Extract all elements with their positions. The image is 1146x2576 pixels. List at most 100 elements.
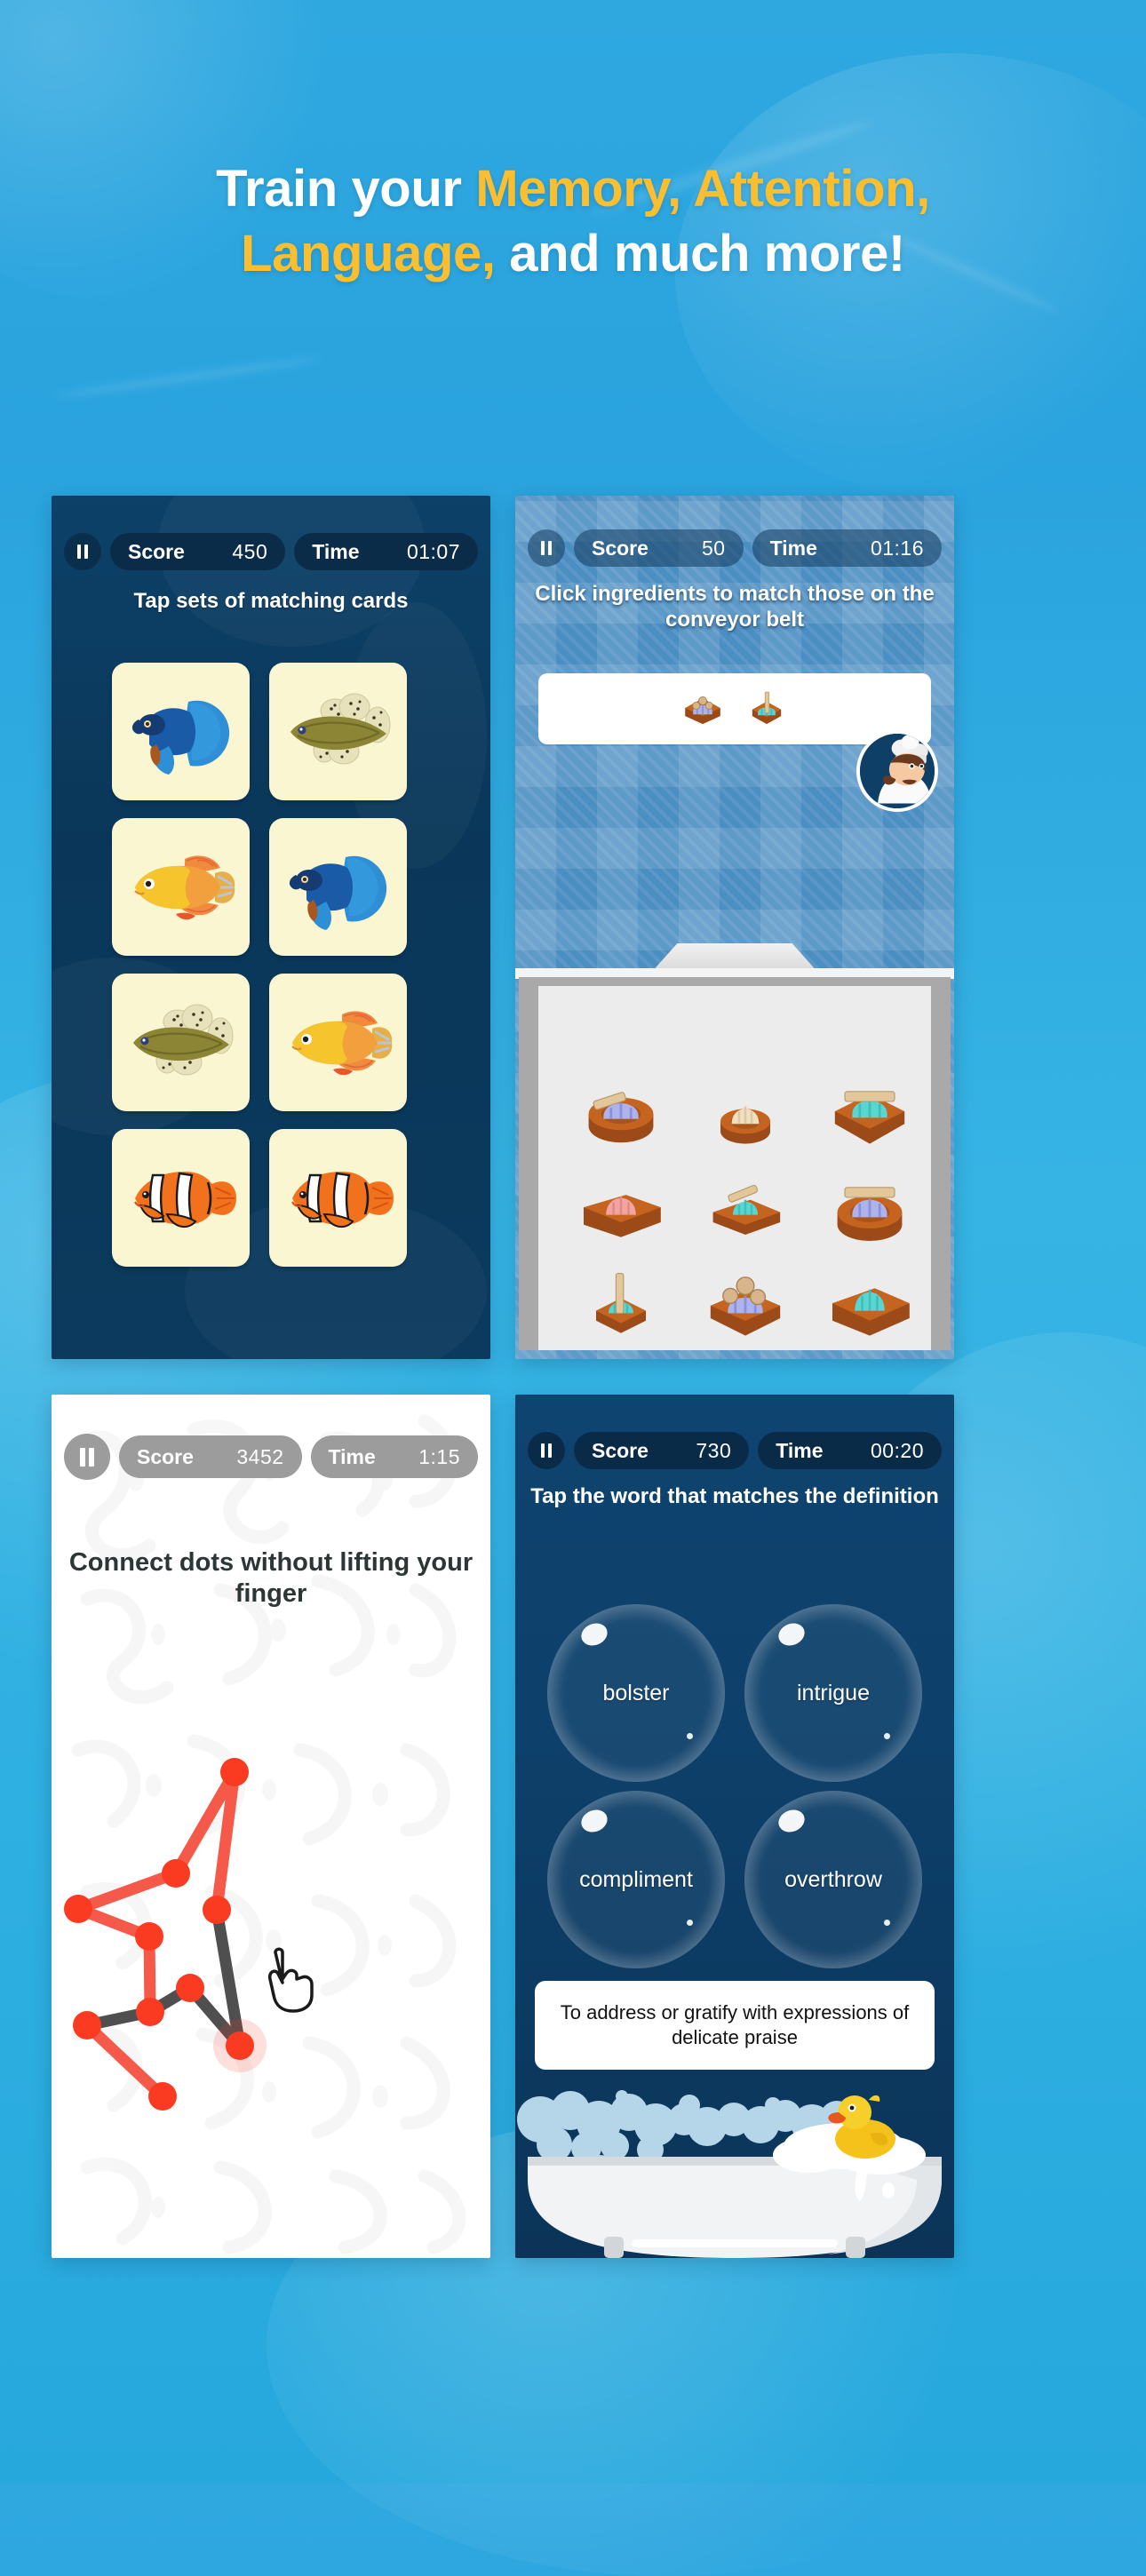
bubble-word: overthrow bbox=[784, 1866, 882, 1892]
memory-card[interactable] bbox=[112, 974, 250, 1111]
bathtub-icon bbox=[517, 2090, 942, 2258]
memory-card[interactable] bbox=[269, 818, 407, 956]
definition-card: To address or gratify with expressions o… bbox=[535, 1981, 935, 2070]
pause-icon-bar bbox=[548, 1443, 552, 1458]
instruction-text: Click ingredients to match those on the … bbox=[535, 582, 935, 632]
time-label: Time bbox=[328, 1444, 376, 1468]
word-bubble[interactable]: intrigue bbox=[744, 1604, 922, 1782]
graph-dot[interactable] bbox=[162, 1859, 190, 1888]
clownfish-icon bbox=[290, 1171, 394, 1228]
time-value: 00:20 bbox=[870, 1438, 924, 1462]
score-pill: Score 450 bbox=[110, 533, 286, 570]
time-label: Time bbox=[776, 1438, 824, 1462]
bubble-sparkle-icon bbox=[884, 1920, 890, 1926]
bubble-highlight-icon bbox=[577, 1619, 611, 1650]
score-value: 450 bbox=[232, 539, 268, 563]
purple-dome-round-tray-bar-icon[interactable] bbox=[817, 1173, 922, 1247]
cream-dome-round-tray-icon[interactable] bbox=[693, 1077, 798, 1151]
time-value: 01:07 bbox=[406, 539, 460, 563]
bubble-sparkle-icon bbox=[687, 1920, 693, 1926]
counter-table bbox=[515, 943, 954, 1350]
score-pill: Score 730 bbox=[574, 1432, 750, 1469]
dot-connection bbox=[72, 1867, 182, 1915]
graph-dot[interactable] bbox=[176, 1974, 204, 2002]
pause-button[interactable] bbox=[528, 1432, 565, 1469]
chef-face-icon bbox=[860, 734, 935, 808]
blue-betta-fish-icon bbox=[289, 855, 386, 930]
time-pill: Time 01:07 bbox=[294, 533, 478, 570]
score-label: Score bbox=[592, 536, 649, 560]
bathtub-scene bbox=[515, 2080, 954, 2258]
pause-button[interactable] bbox=[64, 533, 101, 570]
word-bubble[interactable]: bolster bbox=[547, 1604, 725, 1782]
headline-white-1: Train your bbox=[216, 160, 476, 218]
word-bubble[interactable]: compliment bbox=[547, 1791, 725, 1968]
teal-dome-hex-tray-stick-icon[interactable] bbox=[569, 1268, 673, 1343]
pause-icon-bar bbox=[89, 1447, 94, 1467]
olive-spotted-fish-icon bbox=[132, 1004, 233, 1075]
clownfish-icon bbox=[133, 1171, 236, 1228]
pause-icon-bar bbox=[84, 545, 88, 559]
game-hud: Score 50 Time 01:16 bbox=[515, 529, 954, 567]
panel-row-bottom: Score 3452 Time 1:15 Connect dots withou… bbox=[52, 1395, 1094, 2258]
memory-card[interactable] bbox=[112, 818, 250, 956]
graph-dot[interactable] bbox=[226, 2031, 254, 2060]
score-pill: Score 3452 bbox=[119, 1435, 302, 1478]
panel-word-definition[interactable]: Score 730 Time 00:20 Tap the word that m… bbox=[515, 1395, 954, 2258]
graph-dot[interactable] bbox=[220, 1758, 249, 1786]
time-pill: Time 1:15 bbox=[310, 1435, 478, 1478]
memory-card[interactable] bbox=[269, 1129, 407, 1267]
graph-dot[interactable] bbox=[73, 2011, 101, 2039]
orange-gold-fish-icon bbox=[133, 855, 235, 919]
bubble-word: bolster bbox=[602, 1680, 670, 1705]
instruction-text: Tap the word that matches the definition bbox=[530, 1484, 939, 1508]
instruction-text: Connect dots without lifting your finger bbox=[68, 1548, 474, 1609]
game-hud: Score 450 Time 01:07 bbox=[52, 533, 490, 570]
headline-accent-1: Memory, Attention, bbox=[475, 160, 930, 218]
memory-card[interactable] bbox=[112, 663, 250, 800]
purple-dome-hex-tray-berries-icon[interactable] bbox=[693, 1268, 798, 1343]
graph-dot[interactable] bbox=[148, 2082, 177, 2111]
tub-foot bbox=[604, 2237, 624, 2258]
panel-connect-dots[interactable]: Score 3452 Time 1:15 Connect dots withou… bbox=[52, 1395, 490, 2258]
screenshot-grid: Score 450 Time 01:07 Tap sets of matchin… bbox=[52, 496, 1094, 2258]
olive-spotted-fish-icon bbox=[290, 693, 390, 764]
memory-card[interactable] bbox=[112, 1129, 250, 1267]
graph-dot[interactable] bbox=[135, 1922, 163, 1951]
time-label: Time bbox=[769, 536, 817, 560]
teal-dome-square-tray-icon[interactable] bbox=[817, 1268, 922, 1343]
score-value: 730 bbox=[696, 1438, 732, 1462]
teal-dome-square-tray-stick-icon[interactable] bbox=[693, 1173, 798, 1247]
memory-card[interactable] bbox=[269, 663, 407, 800]
graph-dot[interactable] bbox=[136, 1998, 164, 2026]
memory-card[interactable] bbox=[269, 974, 407, 1111]
bubble-sparkle-icon bbox=[687, 1733, 693, 1739]
time-value: 01:16 bbox=[870, 536, 924, 560]
teal-dome-with-stick-icon bbox=[752, 691, 782, 725]
ingredient-grid bbox=[569, 1077, 922, 1343]
pause-button[interactable] bbox=[64, 1434, 110, 1480]
pause-button[interactable] bbox=[528, 529, 565, 567]
time-label: Time bbox=[312, 539, 360, 563]
time-pill: Time 01:16 bbox=[752, 529, 942, 567]
game-hud: Score 730 Time 00:20 bbox=[515, 1432, 954, 1469]
graph-dot[interactable] bbox=[203, 1896, 231, 1924]
bubble-highlight-icon bbox=[775, 1619, 808, 1650]
teal-dome-hex-tray-bar-icon[interactable] bbox=[817, 1077, 922, 1151]
panel-matching-cards[interactable]: Score 450 Time 01:07 Tap sets of matchin… bbox=[52, 496, 490, 1359]
orange-gold-fish-icon bbox=[290, 1010, 392, 1075]
word-bubble[interactable]: overthrow bbox=[744, 1791, 922, 1968]
bubble-highlight-icon bbox=[775, 1806, 808, 1836]
dots-canvas[interactable] bbox=[52, 1633, 490, 2258]
bubble-sparkle-icon bbox=[884, 1733, 890, 1739]
purple-dome-round-tray-stick-icon[interactable] bbox=[569, 1077, 673, 1151]
headline-white-2: and much more! bbox=[495, 225, 905, 283]
graph-dot[interactable] bbox=[64, 1895, 92, 1923]
bubble-word: compliment bbox=[579, 1866, 693, 1892]
pause-icon bbox=[77, 545, 81, 559]
pause-icon bbox=[80, 1447, 85, 1467]
pink-dome-square-tray-icon[interactable] bbox=[569, 1173, 673, 1247]
panel-ingredients[interactable]: Score 50 Time 01:16 Click ingredients to… bbox=[515, 496, 954, 1359]
pause-icon bbox=[541, 541, 545, 555]
blue-betta-fish-icon bbox=[131, 700, 229, 775]
